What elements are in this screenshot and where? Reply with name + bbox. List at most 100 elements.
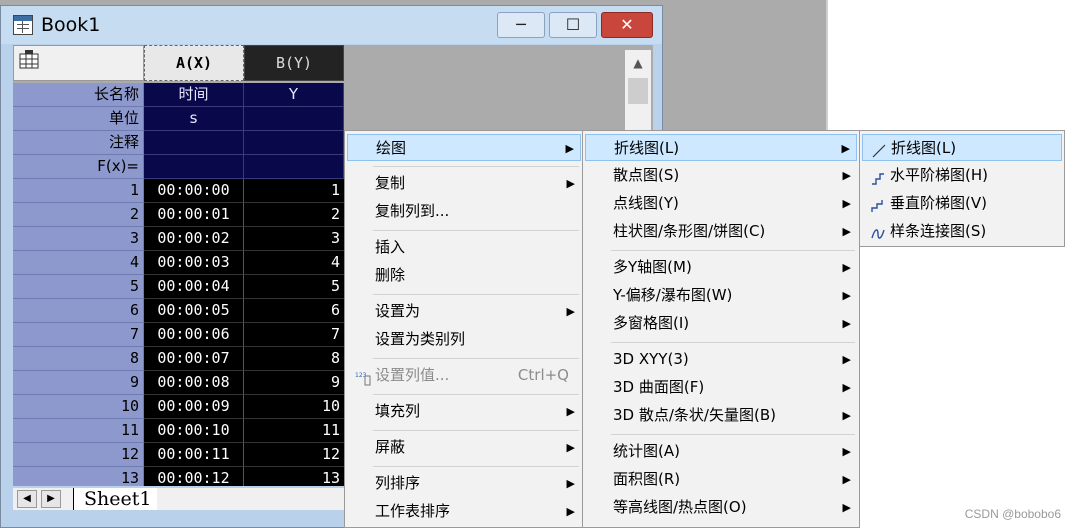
context-menu-item[interactable]: 设置为类别列 <box>347 326 581 353</box>
data-cell-a[interactable]: 00:00:05 <box>144 299 244 323</box>
row-number[interactable]: 12 <box>13 443 144 467</box>
plot-menu-item[interactable]: 3D 曲面图(F) ▶ <box>585 374 857 401</box>
context-menu-item-label: 设置列值... <box>375 366 450 384</box>
data-cell-a[interactable]: 00:00:02 <box>144 227 244 251</box>
row-number[interactable]: 9 <box>13 371 144 395</box>
row-number[interactable]: 3 <box>13 227 144 251</box>
data-cell-b[interactable]: 12 <box>244 443 344 467</box>
context-menu-item[interactable]: 屏蔽 ▶ <box>347 434 581 461</box>
data-cell-b[interactable]: 11 <box>244 419 344 443</box>
row-number[interactable]: 5 <box>13 275 144 299</box>
sheet-nav-right-icon[interactable]: ▶ <box>41 490 61 508</box>
plot-menu-item[interactable]: 柱状图/条形图/饼图(C) ▶ <box>585 218 857 245</box>
plot-menu-item[interactable]: 散点图(S) ▶ <box>585 162 857 189</box>
plot-menu-item[interactable]: 面积图(R) ▶ <box>585 466 857 493</box>
plot-menu-item-label: Y-偏移/瀑布图(W) <box>613 286 733 304</box>
data-cell-a[interactable]: 00:00:06 <box>144 323 244 347</box>
context-menu-item[interactable]: 设置为 ▶ <box>347 298 581 325</box>
title-bar[interactable]: Book1 ─ ☐ ✕ <box>1 6 662 44</box>
row-number[interactable]: 11 <box>13 419 144 443</box>
context-menu-item[interactable]: 工作表排序 ▶ <box>347 498 581 525</box>
menu-separator <box>373 166 579 167</box>
data-cell-b[interactable]: 7 <box>244 323 344 347</box>
meta-cell-a[interactable]: 时间 <box>144 83 244 107</box>
context-menu-item[interactable]: 填充列 ▶ <box>347 398 581 425</box>
plot-menu-item[interactable]: 3D 散点/条状/矢量图(B) ▶ <box>585 402 857 429</box>
submenu-arrow-icon: ▶ <box>842 225 851 238</box>
data-cell-b[interactable]: 9 <box>244 371 344 395</box>
data-cell-a[interactable]: 00:00:08 <box>144 371 244 395</box>
data-cell-a[interactable]: 00:00:07 <box>144 347 244 371</box>
submenu-arrow-icon: ▶ <box>566 441 575 454</box>
context-menu-item[interactable]: 绘图 ▶ <box>347 134 581 161</box>
plot-menu-item[interactable]: 3D XYY(3) ▶ <box>585 346 857 373</box>
meta-cell-b[interactable] <box>244 131 344 155</box>
scroll-thumb[interactable] <box>628 78 648 104</box>
submenu-arrow-icon: ▶ <box>565 142 574 155</box>
close-button[interactable]: ✕ <box>601 12 653 38</box>
data-cell-a[interactable]: 00:00:01 <box>144 203 244 227</box>
row-number[interactable]: 4 <box>13 251 144 275</box>
meta-cell-a[interactable] <box>144 155 244 179</box>
data-cell-a[interactable]: 00:00:09 <box>144 395 244 419</box>
sheet-nav-left-icon[interactable]: ◀ <box>17 490 37 508</box>
line-menu-item[interactable]: 样条连接图(S) <box>862 218 1062 245</box>
row-number[interactable]: 6 <box>13 299 144 323</box>
line-menu-item[interactable]: 折线图(L) <box>862 134 1062 161</box>
maximize-button[interactable]: ☐ <box>549 12 597 38</box>
row-number[interactable]: 13 <box>13 467 144 486</box>
submenu-arrow-icon: ▶ <box>566 505 575 518</box>
data-cell-b[interactable]: 13 <box>244 467 344 486</box>
line-menu-item[interactable]: 垂直阶梯图(V) <box>862 190 1062 217</box>
plot-menu-item[interactable]: 折线图(L) ▶ <box>585 134 857 161</box>
workbook-icon <box>13 15 33 35</box>
data-cell-a[interactable]: 00:00:00 <box>144 179 244 203</box>
row-number[interactable]: 10 <box>13 395 144 419</box>
data-cell-b[interactable]: 3 <box>244 227 344 251</box>
data-cell-a[interactable]: 00:00:11 <box>144 443 244 467</box>
window-title: Book1 <box>41 14 101 36</box>
context-menu-item[interactable]: 删除 <box>347 262 581 289</box>
horizontal-step-icon <box>870 168 886 185</box>
data-cell-b[interactable]: 8 <box>244 347 344 371</box>
meta-cell-b[interactable]: Y <box>244 83 344 107</box>
data-cell-a[interactable]: 00:00:04 <box>144 275 244 299</box>
plot-menu-item[interactable]: 多窗格图(I) ▶ <box>585 310 857 337</box>
plot-menu-item[interactable]: 多Y轴图(M) ▶ <box>585 254 857 281</box>
plot-menu-item-label: 3D XYY(3) <box>613 350 689 368</box>
data-cell-b[interactable]: 4 <box>244 251 344 275</box>
column-header-b[interactable]: B(Y) <box>244 45 344 81</box>
line-menu-item[interactable]: 水平阶梯图(H) <box>862 162 1062 189</box>
column-header-a[interactable]: A(X) <box>144 45 244 81</box>
sheet-tab[interactable]: Sheet1 <box>73 488 158 510</box>
meta-row-label: 长名称 <box>13 83 144 107</box>
data-cell-b[interactable]: 5 <box>244 275 344 299</box>
data-cell-a[interactable]: 00:00:10 <box>144 419 244 443</box>
submenu-arrow-icon: ▶ <box>842 501 851 514</box>
row-number[interactable]: 1 <box>13 179 144 203</box>
meta-cell-a[interactable]: s <box>144 107 244 131</box>
plot-menu-item[interactable]: Y-偏移/瀑布图(W) ▶ <box>585 282 857 309</box>
data-cell-b[interactable]: 6 <box>244 299 344 323</box>
context-menu-item[interactable]: 复制列到... <box>347 198 581 225</box>
data-cell-a[interactable]: 00:00:03 <box>144 251 244 275</box>
minimize-button[interactable]: ─ <box>497 12 545 38</box>
meta-cell-b[interactable] <box>244 155 344 179</box>
plot-menu-item[interactable]: 统计图(A) ▶ <box>585 438 857 465</box>
meta-cell-a[interactable] <box>144 131 244 155</box>
scroll-up-icon[interactable]: ▲ <box>625 50 651 76</box>
context-menu-item[interactable]: 插入 <box>347 234 581 261</box>
plot-menu-item[interactable]: 等高线图/热点图(O) ▶ <box>585 494 857 521</box>
data-cell-b[interactable]: 1 <box>244 179 344 203</box>
select-all-corner[interactable] <box>13 45 144 81</box>
plot-menu-item[interactable]: 点线图(Y) ▶ <box>585 190 857 217</box>
data-cell-a[interactable]: 00:00:12 <box>144 467 244 486</box>
row-number[interactable]: 2 <box>13 203 144 227</box>
row-number[interactable]: 7 <box>13 323 144 347</box>
context-menu-item[interactable]: 复制 ▶ <box>347 170 581 197</box>
data-cell-b[interactable]: 10 <box>244 395 344 419</box>
row-number[interactable]: 8 <box>13 347 144 371</box>
data-cell-b[interactable]: 2 <box>244 203 344 227</box>
context-menu-item[interactable]: 列排序 ▶ <box>347 470 581 497</box>
meta-cell-b[interactable] <box>244 107 344 131</box>
